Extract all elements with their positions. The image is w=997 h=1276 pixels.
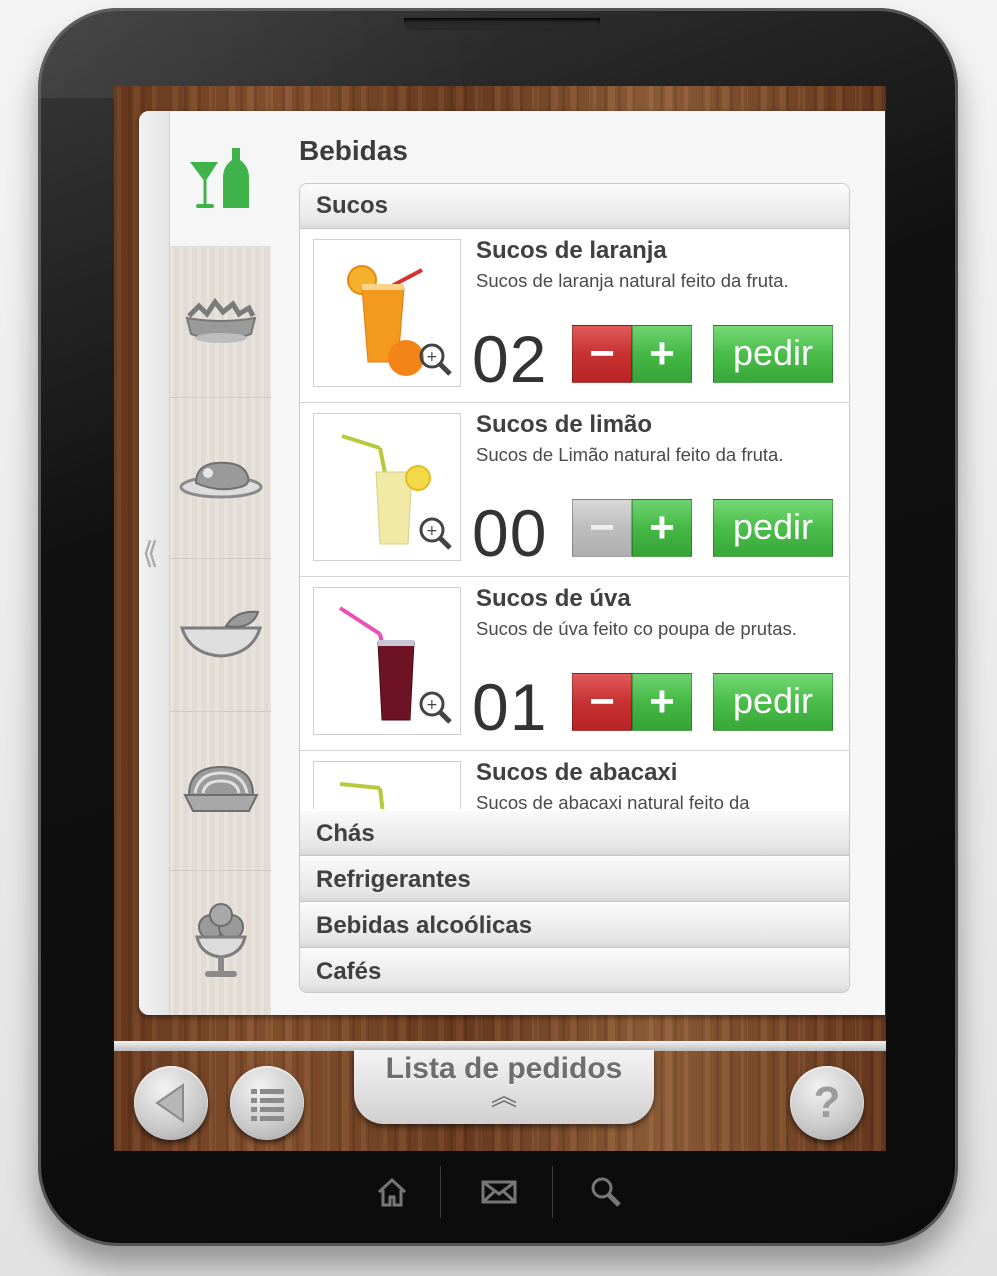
quantity-value: 01 — [472, 670, 548, 744]
ice-cream-icon — [194, 903, 247, 977]
drinks-accordion: Sucos + Sucos de laranja Sucos de laranj… — [299, 183, 850, 993]
increase-button[interactable]: + — [632, 673, 692, 731]
category-desserts[interactable] — [170, 871, 271, 1015]
item-description: Sucos de Limão natural feito da fruta. — [476, 444, 784, 465]
section-header-sucos[interactable]: Sucos — [300, 184, 849, 229]
item-image[interactable]: + — [313, 587, 461, 735]
section-header-bebidas-alcoolicas[interactable]: Bebidas alcoólicas — [300, 902, 849, 948]
salad-bowl-icon — [185, 297, 256, 343]
quantity-value: 00 — [472, 496, 548, 570]
item-image[interactable]: + — [313, 239, 461, 387]
back-button[interactable] — [134, 1066, 208, 1140]
section-header-cafes[interactable]: Cafés — [300, 948, 849, 992]
back-triangle-icon — [155, 1083, 184, 1123]
item-description: Sucos de laranja natural feito da fruta. — [476, 270, 789, 291]
tablet-speaker — [404, 18, 600, 30]
list-item: + Sucos de limão Sucos de Limão natural … — [300, 403, 849, 577]
svg-text:+: + — [426, 523, 438, 539]
collapse-strip[interactable]: ⟪ — [139, 111, 170, 1015]
menu-list-button[interactable] — [230, 1066, 304, 1140]
item-title: Sucos de limão — [476, 411, 653, 438]
list-item: + Sucos de úva Sucos de úva feito co pou… — [300, 577, 849, 751]
category-salads[interactable] — [170, 247, 271, 398]
pasta-icon — [182, 765, 259, 812]
category-sidebar — [170, 111, 271, 1015]
screen: ⟪ Bebidas Sucos + Sucos de laranja Sucos… — [114, 86, 886, 1151]
home-button[interactable] — [368, 1168, 416, 1216]
list-item: Sucos de abacaxi Sucos de abacaxi natura… — [300, 751, 849, 809]
mail-button[interactable] — [475, 1168, 523, 1216]
item-title: Sucos de laranja — [476, 237, 667, 264]
search-icon — [591, 1177, 621, 1207]
orders-list-tab[interactable]: Lista de pedidos ︽ — [354, 1050, 654, 1124]
chevron-up-icon: ︽ — [490, 1081, 517, 1111]
category-drinks[interactable] — [170, 111, 271, 247]
search-button[interactable] — [582, 1168, 630, 1216]
menu-panel: ⟪ Bebidas Sucos + Sucos de laranja Sucos… — [139, 111, 885, 1015]
svg-text:+: + — [426, 697, 438, 713]
decrease-button[interactable]: − — [572, 325, 632, 383]
list-icon — [251, 1089, 284, 1121]
leaf-bowl-icon — [179, 610, 262, 658]
drinks-icon — [189, 147, 249, 208]
section-header-refrigerantes[interactable]: Refrigerantes — [300, 856, 849, 902]
item-description: Sucos de úva feito co poupa de prutas. — [476, 618, 797, 639]
order-button[interactable]: pedir — [713, 499, 833, 557]
section-header-chas[interactable]: Chás — [300, 810, 849, 856]
increase-button[interactable]: + — [632, 325, 692, 383]
decrease-button[interactable]: − — [572, 499, 632, 557]
separator — [552, 1166, 553, 1218]
mail-icon — [481, 1180, 517, 1204]
help-button[interactable]: ? — [790, 1066, 864, 1140]
item-title: Sucos de abacaxi — [476, 759, 678, 786]
page-title: Bebidas — [299, 135, 408, 166]
home-icon — [377, 1177, 407, 1207]
category-salads-2[interactable] — [170, 559, 271, 712]
item-image[interactable] — [313, 761, 461, 809]
increase-button[interactable]: + — [632, 499, 692, 557]
subcategory-list: Chás Refrigerantes Bebidas alcoólicas Ca… — [300, 810, 849, 992]
order-button[interactable]: pedir — [713, 325, 833, 383]
category-meat[interactable] — [170, 398, 271, 559]
item-list: + Sucos de laranja Sucos de laranja natu… — [300, 229, 849, 809]
order-button[interactable]: pedir — [713, 673, 833, 731]
double-chevron-left-icon[interactable]: ⟪ — [142, 539, 159, 569]
svg-text:+: + — [426, 349, 438, 365]
list-item: + Sucos de laranja Sucos de laranja natu… — [300, 229, 849, 403]
item-description: Sucos de abacaxi natural feito da — [476, 792, 750, 809]
quantity-value: 02 — [472, 322, 548, 396]
category-pasta[interactable] — [170, 712, 271, 871]
item-title: Sucos de úva — [476, 585, 631, 612]
separator — [440, 1166, 441, 1218]
item-image[interactable]: + — [313, 413, 461, 561]
meat-plate-icon — [179, 461, 262, 499]
decrease-button[interactable]: − — [572, 673, 632, 731]
help-icon: ? — [813, 1078, 841, 1127]
